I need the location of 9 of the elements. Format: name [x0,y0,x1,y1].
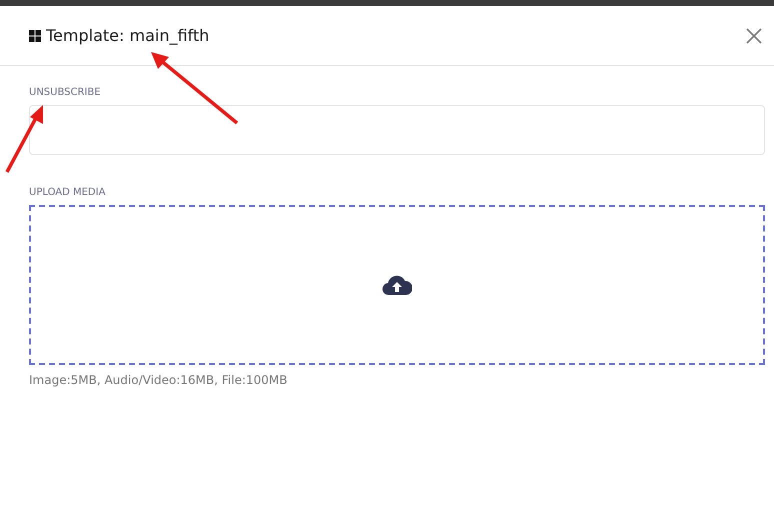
input-field[interactable] [29,105,765,155]
grid-icon [29,30,41,42]
upload-dropzone[interactable] [29,205,765,365]
field-label: UPLOAD MEDIA [29,187,106,198]
close-button[interactable] [744,26,764,46]
dialog-title: Template: main_fifth [46,26,210,45]
size-limit-text: Image:5MB, Audio/Video:16MB, File:100MB [29,373,288,387]
field-label: UNSUBSCRIBE [29,87,102,98]
cloud-upload-icon [382,274,412,296]
